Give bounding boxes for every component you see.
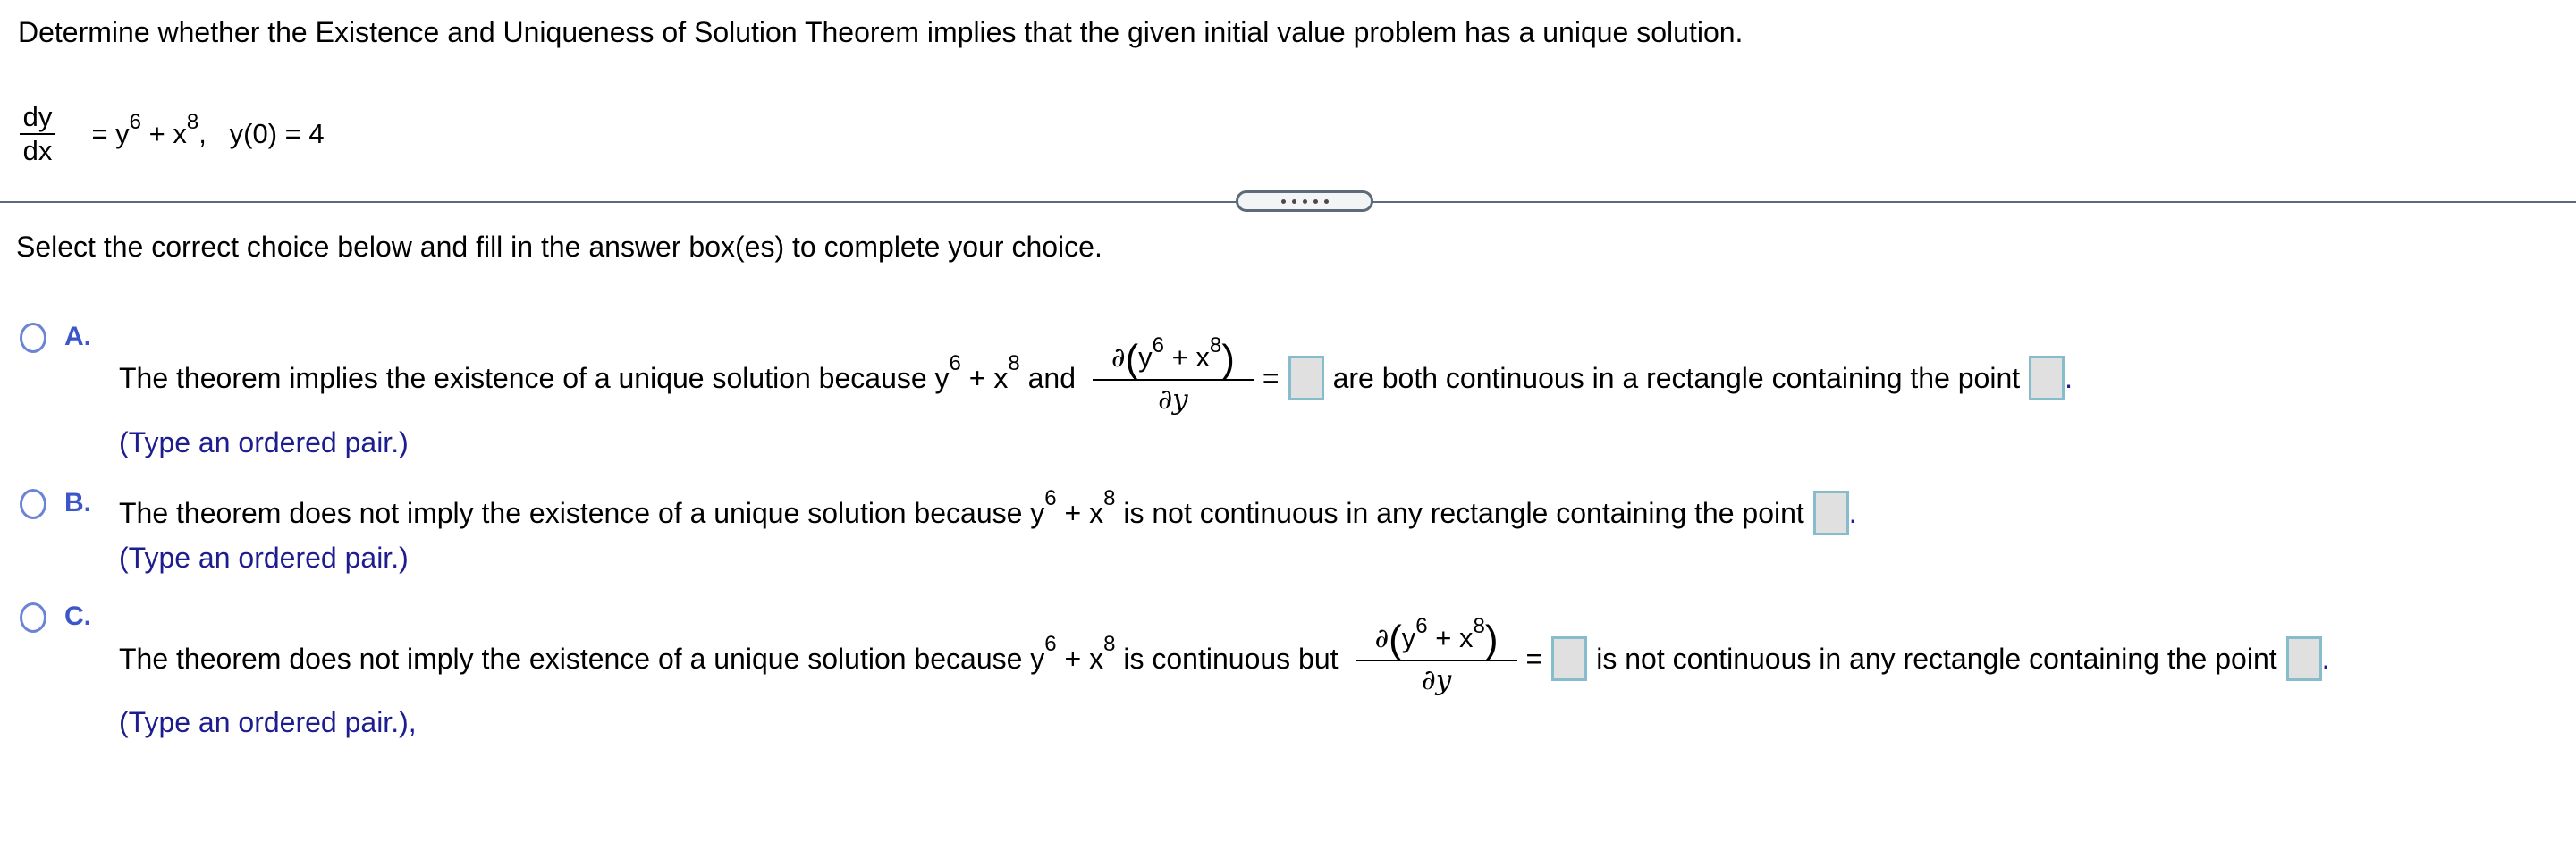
option-b-hint: (Type an ordered pair.) [119,542,409,574]
option-c-text-3: is not continuous in any rectangle conta… [1596,642,2277,675]
option-c-point-answer-box[interactable] [2285,636,2322,681]
option-a-letter: A. [64,322,91,351]
ivp-equation: dy dx = y6 + x8, y(0) = 4 [20,86,325,182]
option-a-period: . [2065,361,2073,394]
option-a-statement: The theorem implies the existence of a u… [119,320,2073,436]
option-c-letter: C. [64,601,91,631]
exponent-y: 6 [129,110,142,134]
equation-rhs: = y6 + x8, y(0) = 4 [61,86,325,182]
fraction-numerator: dy [22,101,53,132]
initial-condition: , y(0) = 4 [198,118,325,149]
option-a-point-answer-box[interactable] [2029,356,2065,400]
derivative-fraction: dy dx [20,101,55,167]
option-b-letter: B. [64,488,91,517]
rhs-y: = y [91,118,130,149]
option-a-exp-y: 6 [949,351,961,375]
option-b-statement: The theorem does not imply the existence… [119,486,1857,536]
option-a-text-1: The theorem implies the existence of a u… [119,361,950,394]
option-c-plus-x: + x [1056,642,1104,675]
fraction-denominator: dx [22,135,53,166]
option-b-radio[interactable] [20,489,46,519]
option-a-derivative-answer-box[interactable] [1288,356,1324,400]
exponent-x: 8 [186,110,199,134]
expand-toggle-button[interactable] [1236,190,1373,212]
rhs-x: + x [141,118,187,149]
option-b-plus-x: + x [1056,496,1104,529]
option-c-text-1: The theorem does not imply the existence… [119,642,1045,675]
option-a-text-3: are both continuous in a rectangle conta… [1332,361,2021,394]
option-b-text-2: is not continuous in any rectangle conta… [1115,496,1804,529]
option-a-exp-x: 8 [1008,351,1020,375]
option-c-derivative-answer-box[interactable] [1551,636,1588,681]
option-c-exp-x: 8 [1103,632,1116,656]
option-b-exp-x: 8 [1103,486,1116,510]
option-c-equals: = [1525,642,1543,675]
option-b-period: . [1848,496,1857,529]
option-c-exp-y: 6 [1044,632,1057,656]
option-c-partial-derivative: ∂(y6 + x8) ∂y [1356,614,1517,699]
option-c-hint: (Type an ordered pair.), [119,706,417,738]
option-b-exp-y: 6 [1044,486,1057,510]
option-c-text-2: is continuous but [1115,642,1339,675]
option-a-radio[interactable] [20,323,46,353]
option-c-statement: The theorem does not imply the existence… [119,601,2330,717]
option-c-period: . [2321,642,2330,675]
option-a-hint: (Type an ordered pair.) [119,426,409,458]
instruction-text: Select the correct choice below and fill… [16,231,1102,263]
option-a-plus-x: + x [960,361,1009,394]
question-prompt: Determine whether the Existence and Uniq… [18,16,1744,48]
option-a-text-2: and [1019,361,1084,394]
option-b-text-1: The theorem does not imply the existence… [119,496,1045,529]
option-c-radio[interactable] [20,602,46,633]
option-b-point-answer-box[interactable] [1812,491,1849,535]
more-dots-icon [1280,198,1329,204]
option-a-partial-derivative: ∂(y6 + x8) ∂y [1092,333,1254,418]
option-a-equals: = [1262,361,1280,394]
